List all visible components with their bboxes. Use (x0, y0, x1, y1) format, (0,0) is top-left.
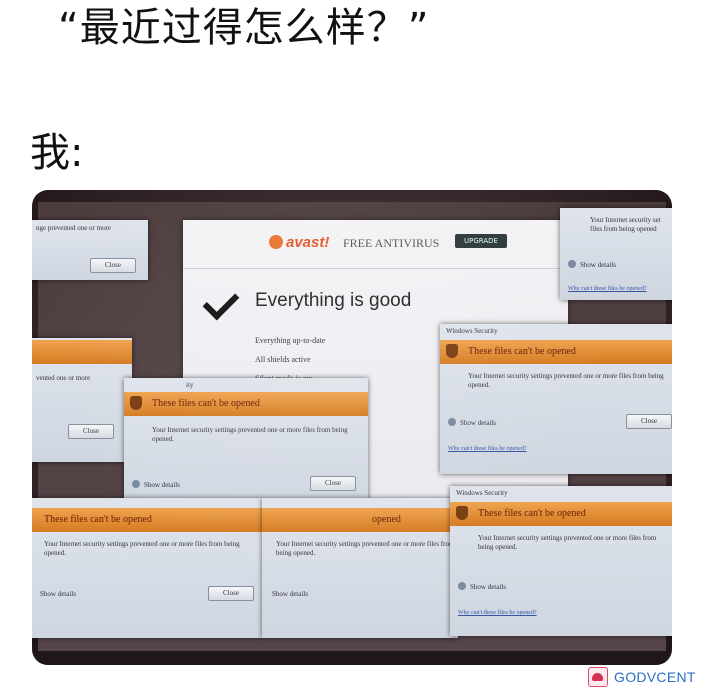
close-button[interactable]: Close (90, 258, 136, 273)
avast-logo: avast! (269, 234, 329, 251)
monitor-bezel (32, 651, 672, 665)
watermark-logo-icon (588, 667, 608, 687)
close-button[interactable]: Close (208, 586, 254, 601)
avast-status: Everything is good (255, 290, 412, 311)
avast-ball-icon (269, 235, 283, 249)
dialog-title: Windows Security (446, 327, 498, 335)
dialog-partial-top-right: Your Internet security set files from be… (560, 208, 672, 300)
chevron-down-icon (448, 418, 456, 426)
close-button[interactable]: Close (626, 414, 672, 429)
dialog-title: ity (186, 381, 194, 389)
upgrade-button[interactable]: UPGRADE (455, 234, 507, 248)
dialog-heading: These files can't be opened (152, 398, 260, 409)
dialog-banner (32, 340, 132, 364)
security-dialog: ity These files can't be opened Your Int… (124, 378, 368, 510)
photo-of-monitor: nge prevented one or more Close avast! F… (32, 190, 672, 665)
help-link[interactable]: Why can't these files be opened? (458, 610, 537, 616)
avast-status-line: Everything up-to-date (255, 336, 326, 345)
dialog-heading: These files can't be opened (478, 508, 586, 519)
help-link[interactable]: Why can't these files be opened? (568, 286, 647, 292)
dialog-message-fragment: Your Internet security set files from be… (590, 216, 661, 233)
watermark: GODVCENT (588, 667, 696, 687)
dialog-banner: These files can't be opened (440, 340, 672, 364)
close-button[interactable]: Close (68, 424, 114, 439)
shield-icon (446, 344, 458, 358)
dialog-banner: These files can't be opened (124, 392, 368, 416)
show-details-toggle[interactable]: Show details (40, 590, 76, 598)
show-details-toggle[interactable]: Show details (132, 480, 180, 489)
close-button[interactable]: Close (310, 476, 356, 491)
avast-product-name: FREE ANTIVIRUS (343, 236, 440, 250)
show-details-toggle[interactable]: Show details (272, 590, 308, 598)
shield-icon (130, 396, 142, 410)
dialog-heading: These files can't be opened (468, 346, 576, 357)
security-dialog: These files can't be opened Your Interne… (32, 498, 262, 638)
dialog-banner: These files can't be opened (450, 502, 672, 526)
dialog-message: Your Internet security settings prevente… (468, 372, 664, 389)
shield-icon (456, 506, 468, 520)
show-details-toggle[interactable]: Show details (568, 260, 616, 269)
avast-status-line: All shields active (255, 355, 311, 364)
dialog-message-fragment: nge prevented one or more (36, 224, 112, 232)
dialog-partial-top-left: nge prevented one or more Close (32, 220, 148, 280)
dialog-title: Windows Security (456, 489, 508, 497)
security-dialog: Windows Security These files can't be op… (450, 486, 672, 636)
caption-answer: 我: (30, 130, 84, 176)
security-dialog: Windows Security These files can't be op… (440, 324, 672, 474)
dialog-banner: opened (262, 508, 458, 532)
checkmark-icon (202, 283, 240, 321)
watermark-text: GODVCENT (614, 669, 696, 685)
monitor-screen: nge prevented one or more Close avast! F… (32, 202, 672, 657)
chevron-down-icon (132, 480, 140, 488)
security-dialog: opened Your Internet security settings p… (262, 498, 458, 638)
dialog-heading: These files can't be opened (44, 514, 152, 525)
chevron-down-icon (568, 260, 576, 268)
help-link[interactable]: Why can't these files be opened? (448, 446, 527, 452)
dialog-message: Your Internet security settings prevente… (44, 540, 240, 557)
dialog-banner: These files can't be opened (32, 508, 262, 532)
show-details-toggle[interactable]: Show details (458, 582, 506, 591)
dialog-message-fragment: vented one or more (36, 374, 91, 382)
dialog-message: Your Internet security settings prevente… (478, 534, 657, 551)
avast-header: avast! FREE ANTIVIRUS UPGRADE (183, 220, 568, 269)
dialog-partial-left: vented one or more Close (32, 338, 132, 462)
caption-question: “最近过得怎么样？” (58, 5, 430, 51)
dialog-message: Your Internet security settings prevente… (152, 426, 348, 443)
chevron-down-icon (458, 582, 466, 590)
show-details-toggle[interactable]: Show details (448, 418, 496, 427)
dialog-message: Your Internet security settings prevente… (276, 540, 455, 557)
dialog-heading-fragment: opened (372, 514, 401, 525)
